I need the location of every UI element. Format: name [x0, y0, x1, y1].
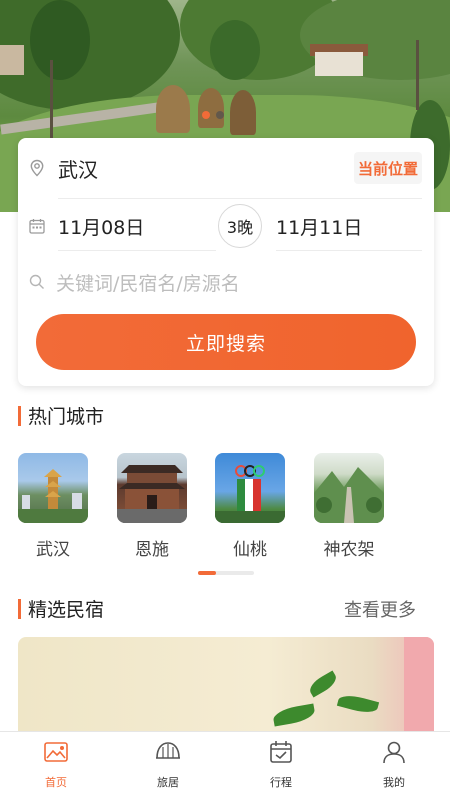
featured-header: 精选民宿: [18, 595, 104, 622]
monument-image: [215, 465, 285, 523]
hero-tree: [210, 20, 260, 80]
user-icon: [383, 741, 405, 764]
search-card: 武汉 当前位置 11月08日 3晚 11月11日 关键词/民宿名/房源名 立即搜…: [18, 138, 434, 386]
city-name: 神农架: [323, 540, 375, 560]
hot-cities-list: 武汉 恩施 仙桃 神农架: [18, 453, 438, 563]
hero-hill: [0, 0, 180, 110]
tower-image: [18, 469, 88, 523]
listing-image-leaf: [336, 692, 380, 716]
checkout-date[interactable]: 11月11日: [276, 213, 362, 240]
tab-travel[interactable]: 旅居: [128, 738, 208, 790]
hero-house: [315, 52, 363, 76]
keyword-input[interactable]: 关键词/民宿名/房源名: [56, 269, 240, 296]
tab-label: 旅居: [157, 776, 179, 789]
nights-badge: 3晚: [218, 204, 262, 248]
section-accent-bar: [18, 405, 21, 426]
forest-path-image: [314, 467, 384, 523]
tab-itinerary[interactable]: 行程: [241, 738, 321, 790]
city-card-shennongjia[interactable]: 神农架: [314, 453, 384, 560]
current-location-button[interactable]: 当前位置: [353, 152, 422, 184]
city-card-xiantao[interactable]: 仙桃: [215, 453, 285, 560]
tab-label: 首页: [45, 776, 67, 789]
tab-home[interactable]: 首页: [16, 738, 96, 790]
search-icon: [29, 274, 44, 289]
tab-mine[interactable]: 我的: [354, 738, 434, 790]
cities-pager: [198, 571, 254, 575]
city-name: 恩施: [135, 540, 169, 560]
calendar-icon: [29, 219, 45, 234]
carousel-dot[interactable]: [216, 111, 224, 119]
city-name: 仙桃: [233, 540, 267, 560]
section-accent-bar: [18, 598, 21, 619]
home-icon: [44, 742, 68, 762]
checkin-date[interactable]: 11月08日: [58, 213, 144, 240]
featured-title: 精选民宿: [28, 599, 105, 621]
hay-stack: [230, 90, 256, 135]
search-button[interactable]: 立即搜索: [36, 314, 416, 370]
bottom-tab-bar: 首页 旅居 行程 我的: [0, 731, 450, 800]
city-card-wuhan[interactable]: 武汉: [18, 453, 88, 560]
house-icon: [156, 742, 180, 759]
hay-stack: [156, 85, 190, 133]
divider: [58, 198, 422, 199]
featured-listing-card[interactable]: [18, 637, 434, 733]
hot-cities-title: 热门城市: [28, 406, 105, 428]
hero-house: [0, 45, 24, 75]
listing-image-leaf: [306, 670, 340, 698]
calendar-icon: [270, 741, 292, 763]
view-more-link[interactable]: 查看更多: [344, 596, 416, 622]
keyword-row[interactable]: 关键词/民宿名/房源名: [18, 256, 434, 308]
city-thumbnail: [215, 453, 285, 523]
city-thumbnail: [18, 453, 88, 523]
listing-image-leaf: [271, 703, 317, 727]
divider: [58, 250, 216, 251]
pavilion-image: [117, 465, 187, 523]
carousel-dots: [202, 111, 224, 119]
hay-stack: [198, 88, 224, 128]
hero-pole: [416, 40, 419, 110]
city-card-enshi[interactable]: 恩施: [117, 453, 187, 560]
location-pin-icon: [30, 159, 44, 177]
tab-label: 我的: [383, 776, 405, 789]
carousel-dot-active[interactable]: [202, 111, 210, 119]
listing-image-curtain: [404, 637, 434, 733]
hot-cities-header: 热门城市: [18, 402, 104, 429]
tab-label: 行程: [270, 776, 292, 789]
city-name: 武汉: [36, 540, 70, 560]
city-thumbnail: [314, 453, 384, 523]
city-value[interactable]: 武汉: [58, 154, 98, 183]
pager-indicator: [198, 571, 216, 575]
city-thumbnail: [117, 453, 187, 523]
city-row[interactable]: 武汉 当前位置: [18, 138, 434, 198]
date-row[interactable]: 11月08日 3晚 11月11日: [18, 200, 434, 252]
hero-pole: [50, 60, 53, 140]
divider: [276, 250, 422, 251]
hero-tree: [30, 0, 90, 80]
